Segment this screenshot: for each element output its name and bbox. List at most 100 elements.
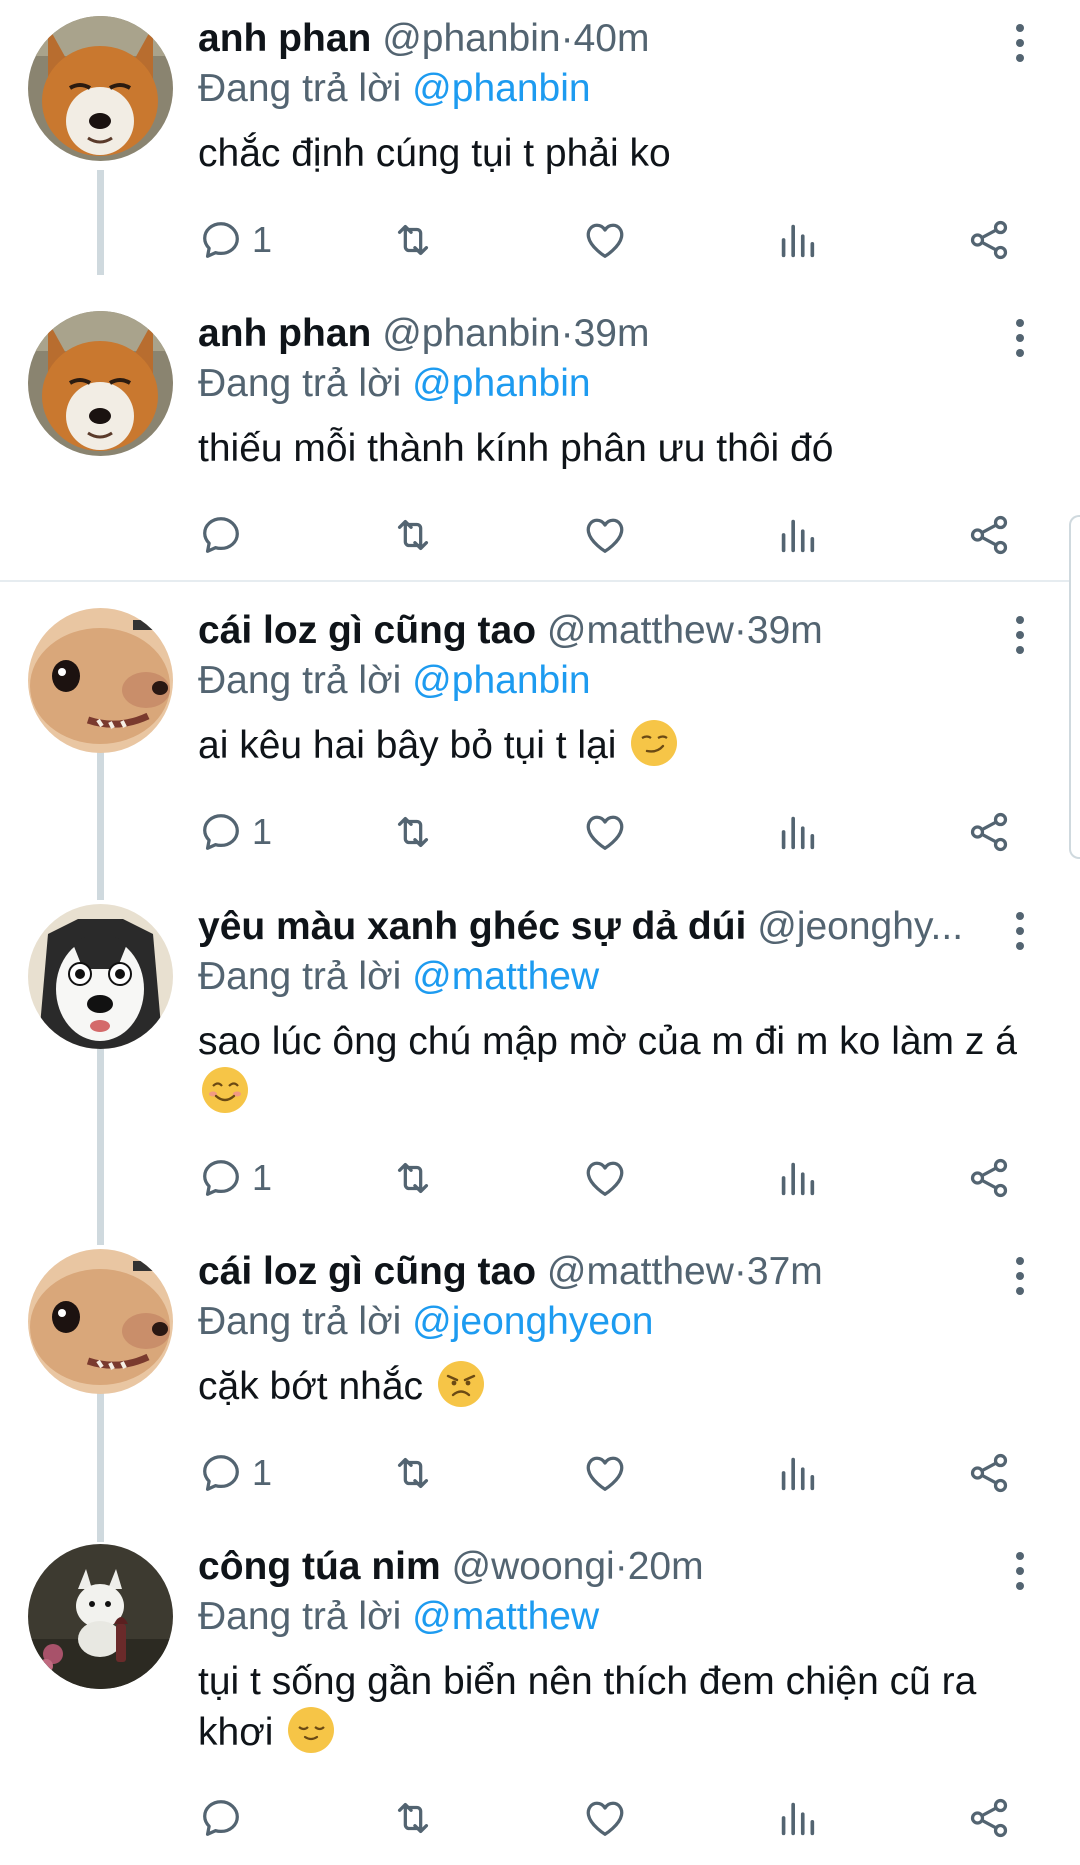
fox-avatar[interactable] xyxy=(28,16,173,161)
reply-count: 1 xyxy=(252,1452,273,1493)
views-button[interactable] xyxy=(774,505,820,565)
tweet[interactable]: cái loz gì cũng tao @matthew·39m Đang tr… xyxy=(0,592,1080,882)
tweet-text: sao lúc ông chú mập mờ của m đi m ko làm… xyxy=(198,1016,1048,1118)
retweet-icon xyxy=(390,512,436,558)
more-options-button[interactable] xyxy=(1000,313,1040,363)
retweet-button[interactable] xyxy=(390,1443,436,1503)
reply-target-link[interactable]: @phanbin xyxy=(412,659,590,702)
views-button[interactable] xyxy=(774,1443,820,1503)
views-icon xyxy=(774,512,820,558)
fox-avatar[interactable] xyxy=(28,311,173,456)
reply-target-link[interactable]: @phanbin xyxy=(412,67,590,110)
retweet-button[interactable] xyxy=(390,210,436,270)
more-icon xyxy=(1000,1251,1040,1301)
share-button[interactable] xyxy=(966,1443,1012,1503)
heart-icon xyxy=(582,217,628,263)
reply-button[interactable]: 1 xyxy=(198,210,272,270)
dog-avatar[interactable] xyxy=(28,1249,173,1394)
smirking-face-emoji xyxy=(631,720,678,766)
dog-avatar[interactable] xyxy=(28,608,173,753)
replying-to: Đang trả lời @matthew xyxy=(198,1590,599,1644)
share-button[interactable] xyxy=(966,1788,1012,1848)
retweet-button[interactable] xyxy=(390,505,436,565)
reply-target-link[interactable]: @matthew xyxy=(412,955,599,998)
tweet-text: tụi t sống gần biển nên thích đem chiện … xyxy=(198,1656,1028,1758)
reply-button[interactable]: 1 xyxy=(198,802,272,862)
share-icon xyxy=(966,217,1012,263)
timestamp[interactable]: 40m xyxy=(574,17,650,60)
views-icon xyxy=(774,1155,820,1201)
more-icon xyxy=(1000,610,1040,660)
more-options-button[interactable] xyxy=(1000,18,1040,68)
tweet-text: chắc định cúng tụi t phải ko xyxy=(198,128,1048,179)
views-icon xyxy=(774,217,820,263)
separator: · xyxy=(560,17,574,60)
reply-target-link[interactable]: @phanbin xyxy=(412,362,590,405)
views-button[interactable] xyxy=(774,802,820,862)
like-button[interactable] xyxy=(582,1788,628,1848)
display-name[interactable]: cái loz gì cũng tao xyxy=(198,609,536,652)
white-dog-avatar[interactable] xyxy=(28,1544,173,1689)
like-button[interactable] xyxy=(582,1148,628,1208)
reply-button[interactable] xyxy=(198,1788,252,1848)
angry-face-emoji xyxy=(437,1361,484,1407)
handle[interactable]: @matthew xyxy=(547,1250,734,1293)
divider xyxy=(0,580,1080,582)
handle[interactable]: @jeonghy... xyxy=(757,905,963,948)
timestamp[interactable]: 39m xyxy=(747,609,823,652)
retweet-button[interactable] xyxy=(390,802,436,862)
display-name[interactable]: anh phan xyxy=(198,312,371,355)
reply-target-link[interactable]: @jeonghyeon xyxy=(412,1300,653,1343)
handle[interactable]: @phanbin xyxy=(382,312,560,355)
more-options-button[interactable] xyxy=(1000,906,1040,956)
display-name[interactable]: cái loz gì cũng tao xyxy=(198,1250,536,1293)
timestamp[interactable]: 39m xyxy=(574,312,650,355)
reply-prefix: Đang trả lời xyxy=(198,362,402,405)
like-button[interactable] xyxy=(582,210,628,270)
reply-button[interactable] xyxy=(198,505,252,565)
like-button[interactable] xyxy=(582,505,628,565)
more-icon xyxy=(1000,906,1040,956)
tweet[interactable]: anh phan @phanbin·40m Đang trả lời @phan… xyxy=(0,0,1080,275)
share-button[interactable] xyxy=(966,802,1012,862)
display-name[interactable]: anh phan xyxy=(198,17,371,60)
reply-count: 1 xyxy=(252,219,273,260)
views-button[interactable] xyxy=(774,1788,820,1848)
views-button[interactable] xyxy=(774,1148,820,1208)
more-options-button[interactable] xyxy=(1000,610,1040,660)
share-icon xyxy=(966,1450,1012,1496)
husky-avatar[interactable] xyxy=(28,904,173,1049)
separator: · xyxy=(733,1250,747,1293)
heart-icon xyxy=(582,1450,628,1496)
tweet-header: cái loz gì cũng tao @matthew·39m xyxy=(198,602,998,660)
share-button[interactable] xyxy=(966,1148,1012,1208)
tweet[interactable]: công túa nim @woongi·20m Đang trả lời @m… xyxy=(0,1528,1080,1865)
retweet-icon xyxy=(390,1450,436,1496)
views-button[interactable] xyxy=(774,210,820,270)
reply-button[interactable]: 1 xyxy=(198,1148,272,1208)
handle[interactable]: @phanbin xyxy=(382,17,560,60)
more-options-button[interactable] xyxy=(1000,1251,1040,1301)
share-button[interactable] xyxy=(966,505,1012,565)
timestamp[interactable]: 37m xyxy=(747,1250,823,1293)
action-bar: 1 xyxy=(0,210,1080,270)
reply-count: 1 xyxy=(252,1157,273,1198)
retweet-icon xyxy=(390,809,436,855)
timestamp[interactable]: 20m xyxy=(628,1545,704,1588)
share-button[interactable] xyxy=(966,210,1012,270)
retweet-button[interactable] xyxy=(390,1148,436,1208)
handle[interactable]: @matthew xyxy=(547,609,734,652)
views-icon xyxy=(774,1795,820,1841)
reply-button[interactable]: 1 xyxy=(198,1443,272,1503)
tweet[interactable]: yêu màu xanh ghéc sự dả dúi @jeonghy... … xyxy=(0,888,1080,1228)
handle[interactable]: @woongi xyxy=(452,1545,615,1588)
display-name[interactable]: công túa nim xyxy=(198,1545,441,1588)
tweet[interactable]: cái loz gì cũng tao @matthew·37m Đang tr… xyxy=(0,1233,1080,1523)
reply-target-link[interactable]: @matthew xyxy=(412,1595,599,1638)
retweet-button[interactable] xyxy=(390,1788,436,1848)
like-button[interactable] xyxy=(582,1443,628,1503)
more-options-button[interactable] xyxy=(1000,1546,1040,1596)
tweet[interactable]: anh phan @phanbin·39m Đang trả lời @phan… xyxy=(0,295,1080,580)
display-name[interactable]: yêu màu xanh ghéc sự dả dúi xyxy=(198,905,746,948)
like-button[interactable] xyxy=(582,802,628,862)
